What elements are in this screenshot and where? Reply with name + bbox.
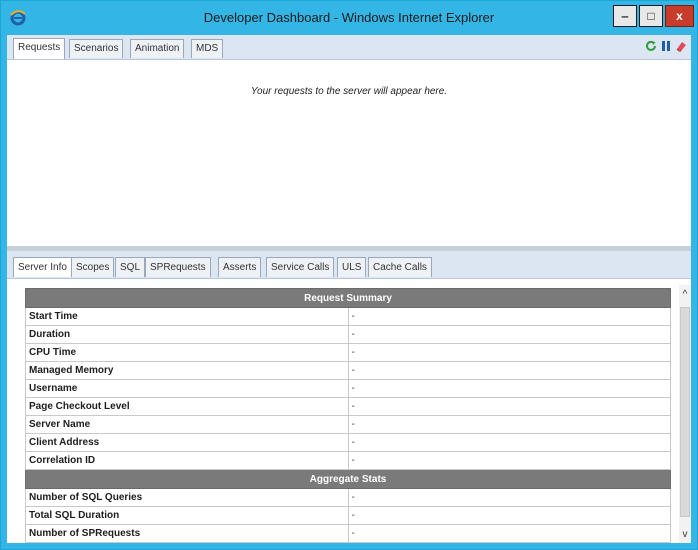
section-header-aggregate-stats: Aggregate Stats: [25, 469, 671, 489]
table-row: Username -: [25, 379, 671, 398]
server-info-table: Request Summary Start Time - Duration - CP…: [25, 288, 671, 543]
maximize-button[interactable]: □: [639, 5, 663, 27]
close-icon: x: [676, 9, 683, 23]
title-bar[interactable]: Developer Dashboard - Windows Internet E…: [1, 1, 697, 35]
tab-asserts[interactable]: Asserts: [218, 257, 262, 277]
table-row: Total SQL Duration -: [25, 506, 671, 525]
table-row: Managed Memory -: [25, 361, 671, 380]
scroll-up-icon[interactable]: ^: [679, 287, 691, 301]
tab-sql[interactable]: SQL: [115, 257, 146, 277]
tab-scopes[interactable]: Scopes: [71, 257, 115, 277]
tab-server-info[interactable]: Server Info: [13, 257, 72, 277]
table-row: Page Checkout Level -: [25, 397, 671, 416]
server-info-panel: Request Summary Start Time - Duration - CP…: [25, 288, 671, 543]
minimize-button[interactable]: ‒: [613, 5, 637, 27]
tab-requests[interactable]: Requests: [13, 38, 66, 59]
window-title: Developer Dashboard - Windows Internet E…: [203, 10, 495, 25]
request-tools: [645, 40, 687, 52]
table-row: Number of SQL Queries -: [25, 488, 671, 507]
scrollbar-thumb[interactable]: [680, 307, 690, 517]
tab-service-calls[interactable]: Service Calls: [266, 257, 335, 277]
scroll-down-icon[interactable]: v: [679, 527, 691, 541]
table-row: Start Time -: [25, 307, 671, 326]
requests-placeholder-text: Your requests to the server will appear …: [250, 86, 448, 97]
table-row: Number of SPRequests -: [25, 524, 671, 543]
pause-icon[interactable]: [660, 40, 672, 52]
refresh-icon[interactable]: [645, 40, 657, 52]
tab-animation[interactable]: Animation: [130, 39, 185, 58]
dashboard-client-area: Requests Scenarios Animation MDS Your re…: [7, 35, 691, 543]
table-row: Client Address -: [25, 433, 671, 452]
details-tabs-bar: Server Info Scopes SQL SPRequests Assert…: [7, 251, 691, 279]
tab-scenarios[interactable]: Scenarios: [69, 39, 124, 58]
table-row: Server Name -: [25, 415, 671, 434]
requests-panel: Your requests to the server will appear …: [7, 60, 691, 246]
minimize-icon: ‒: [621, 9, 629, 23]
tab-sprequests[interactable]: SPRequests: [145, 257, 211, 277]
request-tabs-bar: Requests Scenarios Animation MDS: [7, 35, 691, 60]
ie-window: Developer Dashboard - Windows Internet E…: [0, 0, 698, 550]
table-row: Correlation ID -: [25, 451, 671, 470]
eraser-icon[interactable]: [675, 40, 687, 52]
tab-mds[interactable]: MDS: [191, 39, 224, 58]
table-row: CPU Time -: [25, 343, 671, 362]
tab-uls[interactable]: ULS: [337, 257, 367, 277]
maximize-icon: □: [647, 9, 655, 23]
section-header-request-summary: Request Summary: [25, 288, 671, 308]
close-button[interactable]: x: [665, 5, 694, 27]
vertical-scrollbar[interactable]: ^ v: [679, 285, 691, 543]
tab-cache-calls[interactable]: Cache Calls: [368, 257, 432, 277]
table-row: Duration -: [25, 325, 671, 344]
